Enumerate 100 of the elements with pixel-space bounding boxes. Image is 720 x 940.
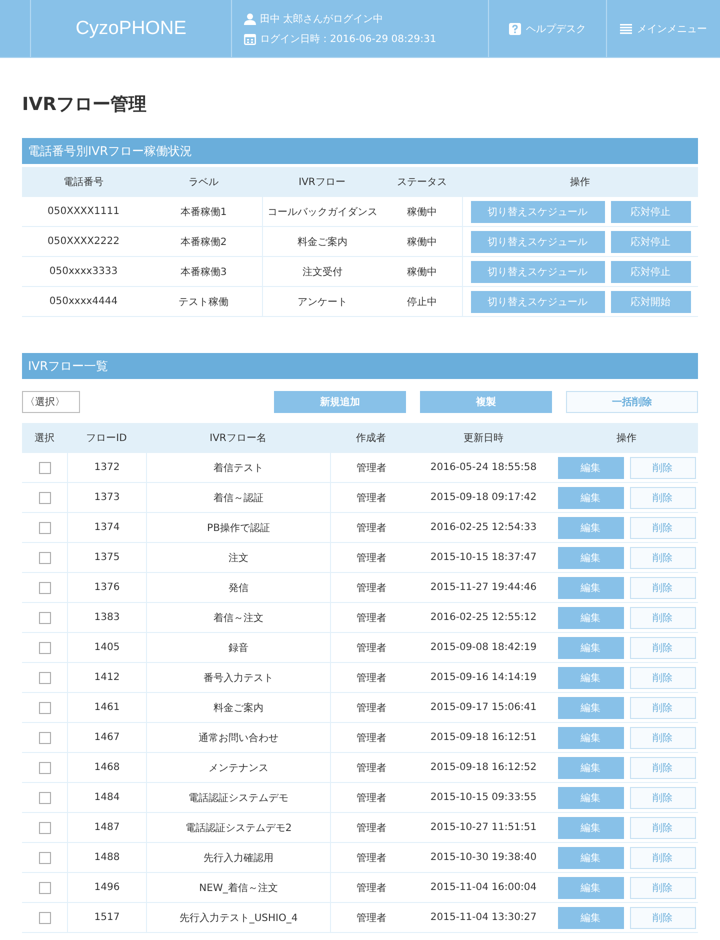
delete-button[interactable]: 削除 [630, 516, 696, 538]
column-header: 操作 [555, 423, 698, 453]
page-title: IVRフロー管理 [22, 93, 148, 116]
table-cell: 2015-09-08 18:42:19 [412, 633, 555, 663]
row-checkbox[interactable] [38, 732, 50, 744]
table-cell: 先行入力テスト_USHIO_4 [146, 903, 330, 933]
table-cell: 管理者 [330, 543, 412, 573]
table-cell: 2016-02-25 12:54:33 [412, 513, 555, 543]
row-checkbox[interactable] [38, 582, 50, 594]
schedule-button[interactable]: 切り替えスケジュール [470, 290, 604, 312]
login-time: ログイン日時：2016-06-29 08:29:31 [260, 32, 436, 46]
user-status: 田中 太郎さんがログイン中 [260, 12, 384, 26]
table-cell: 先行入力確認用 [146, 843, 330, 873]
table-cell: 本番稼働1 [145, 197, 262, 227]
table-cell: 管理者 [330, 843, 412, 873]
table-cell: 電話認証システムデモ2 [146, 813, 330, 843]
edit-button[interactable]: 編集 [558, 546, 624, 568]
toggle-response-button[interactable]: 応対停止 [610, 260, 690, 282]
delete-button[interactable]: 削除 [630, 456, 696, 478]
delete-button[interactable]: 削除 [630, 786, 696, 808]
column-header: 電話番号 [22, 167, 145, 197]
edit-button[interactable]: 編集 [558, 516, 624, 538]
table-cell: 1517 [67, 903, 146, 933]
edit-button[interactable]: 編集 [558, 666, 624, 688]
toggle-response-button[interactable]: 応対停止 [610, 230, 690, 252]
edit-button[interactable]: 編集 [558, 756, 624, 778]
table-cell: 2015-10-30 19:38:40 [412, 843, 555, 873]
table-cell: 2016-05-24 18:55:58 [412, 453, 555, 483]
row-checkbox[interactable] [38, 522, 50, 534]
table-cell: 稼働中 [382, 227, 462, 257]
edit-button[interactable]: 編集 [558, 816, 624, 838]
toggle-response-button[interactable]: 応対開始 [610, 290, 690, 312]
table-cell: 2015-09-17 15:06:41 [412, 693, 555, 723]
edit-button[interactable]: 編集 [558, 636, 624, 658]
edit-button[interactable]: 編集 [558, 576, 624, 598]
table-cell: 050xxxx4444 [22, 287, 145, 317]
row-checkbox[interactable] [38, 822, 50, 834]
edit-button[interactable]: 編集 [558, 846, 624, 868]
edit-button[interactable]: 編集 [558, 696, 624, 718]
edit-button[interactable]: 編集 [558, 786, 624, 808]
edit-button[interactable]: 編集 [558, 726, 624, 748]
help-desk-link[interactable]: ヘルプデスク [488, 0, 606, 57]
schedule-button[interactable]: 切り替えスケジュール [470, 260, 604, 282]
toolbar-button[interactable]: 一括削除 [566, 390, 698, 412]
toolbar-button[interactable]: 新規追加 [274, 390, 406, 412]
delete-button[interactable]: 削除 [630, 906, 696, 928]
delete-button[interactable]: 削除 [630, 696, 696, 718]
table-cell: 発信 [146, 573, 330, 603]
column-header: 選択 [22, 423, 67, 453]
delete-button[interactable]: 削除 [630, 846, 696, 868]
row-checkbox[interactable] [38, 792, 50, 804]
column-header: ステータス [382, 167, 462, 197]
delete-button[interactable]: 削除 [630, 606, 696, 628]
toggle-response-button[interactable]: 応対停止 [610, 200, 690, 222]
table-cell: テスト稼働 [145, 287, 262, 317]
row-checkbox[interactable] [38, 552, 50, 564]
delete-button[interactable]: 削除 [630, 576, 696, 598]
column-header: ラベル [145, 167, 262, 197]
schedule-button[interactable]: 切り替えスケジュール [470, 200, 604, 222]
delete-button[interactable]: 削除 [630, 486, 696, 508]
row-checkbox[interactable] [38, 672, 50, 684]
row-checkbox[interactable] [38, 882, 50, 894]
row-checkbox[interactable] [38, 462, 50, 474]
row-checkbox[interactable] [38, 762, 50, 774]
row-checkbox[interactable] [38, 492, 50, 504]
select-dropdown[interactable]: 〈選択〉 [22, 390, 80, 412]
help-icon [509, 22, 521, 34]
toolbar-button[interactable]: 複製 [420, 390, 552, 412]
table-cell: 1375 [67, 543, 146, 573]
edit-button[interactable]: 編集 [558, 456, 624, 478]
table-cell: 着信～注文 [146, 603, 330, 633]
table-cell: 管理者 [330, 633, 412, 663]
table-cell: 2015-09-18 16:12:51 [412, 723, 555, 753]
main-menu-link[interactable]: メインメニュー [606, 0, 720, 57]
delete-button[interactable]: 削除 [630, 636, 696, 658]
table-cell: 注文 [146, 543, 330, 573]
column-header: フローID [67, 423, 146, 453]
edit-button[interactable]: 編集 [558, 486, 624, 508]
delete-button[interactable]: 削除 [630, 666, 696, 688]
edit-button[interactable]: 編集 [558, 876, 624, 898]
table-cell: 1412 [67, 663, 146, 693]
table-cell: 管理者 [330, 813, 412, 843]
row-checkbox[interactable] [38, 612, 50, 624]
edit-button[interactable]: 編集 [558, 906, 624, 928]
edit-button[interactable]: 編集 [558, 606, 624, 628]
table-cell: 稼働中 [382, 257, 462, 287]
calendar-icon [244, 32, 256, 44]
table-cell: 1468 [67, 753, 146, 783]
delete-button[interactable]: 削除 [630, 726, 696, 748]
row-checkbox[interactable] [38, 852, 50, 864]
row-checkbox[interactable] [38, 702, 50, 714]
delete-button[interactable]: 削除 [630, 816, 696, 838]
table-cell: 1488 [67, 843, 146, 873]
delete-button[interactable]: 削除 [630, 876, 696, 898]
schedule-button[interactable]: 切り替えスケジュール [470, 230, 604, 252]
delete-button[interactable]: 削除 [630, 756, 696, 778]
row-checkbox[interactable] [38, 912, 50, 924]
row-checkbox[interactable] [38, 642, 50, 654]
delete-button[interactable]: 削除 [630, 546, 696, 568]
table-cell: 管理者 [330, 483, 412, 513]
